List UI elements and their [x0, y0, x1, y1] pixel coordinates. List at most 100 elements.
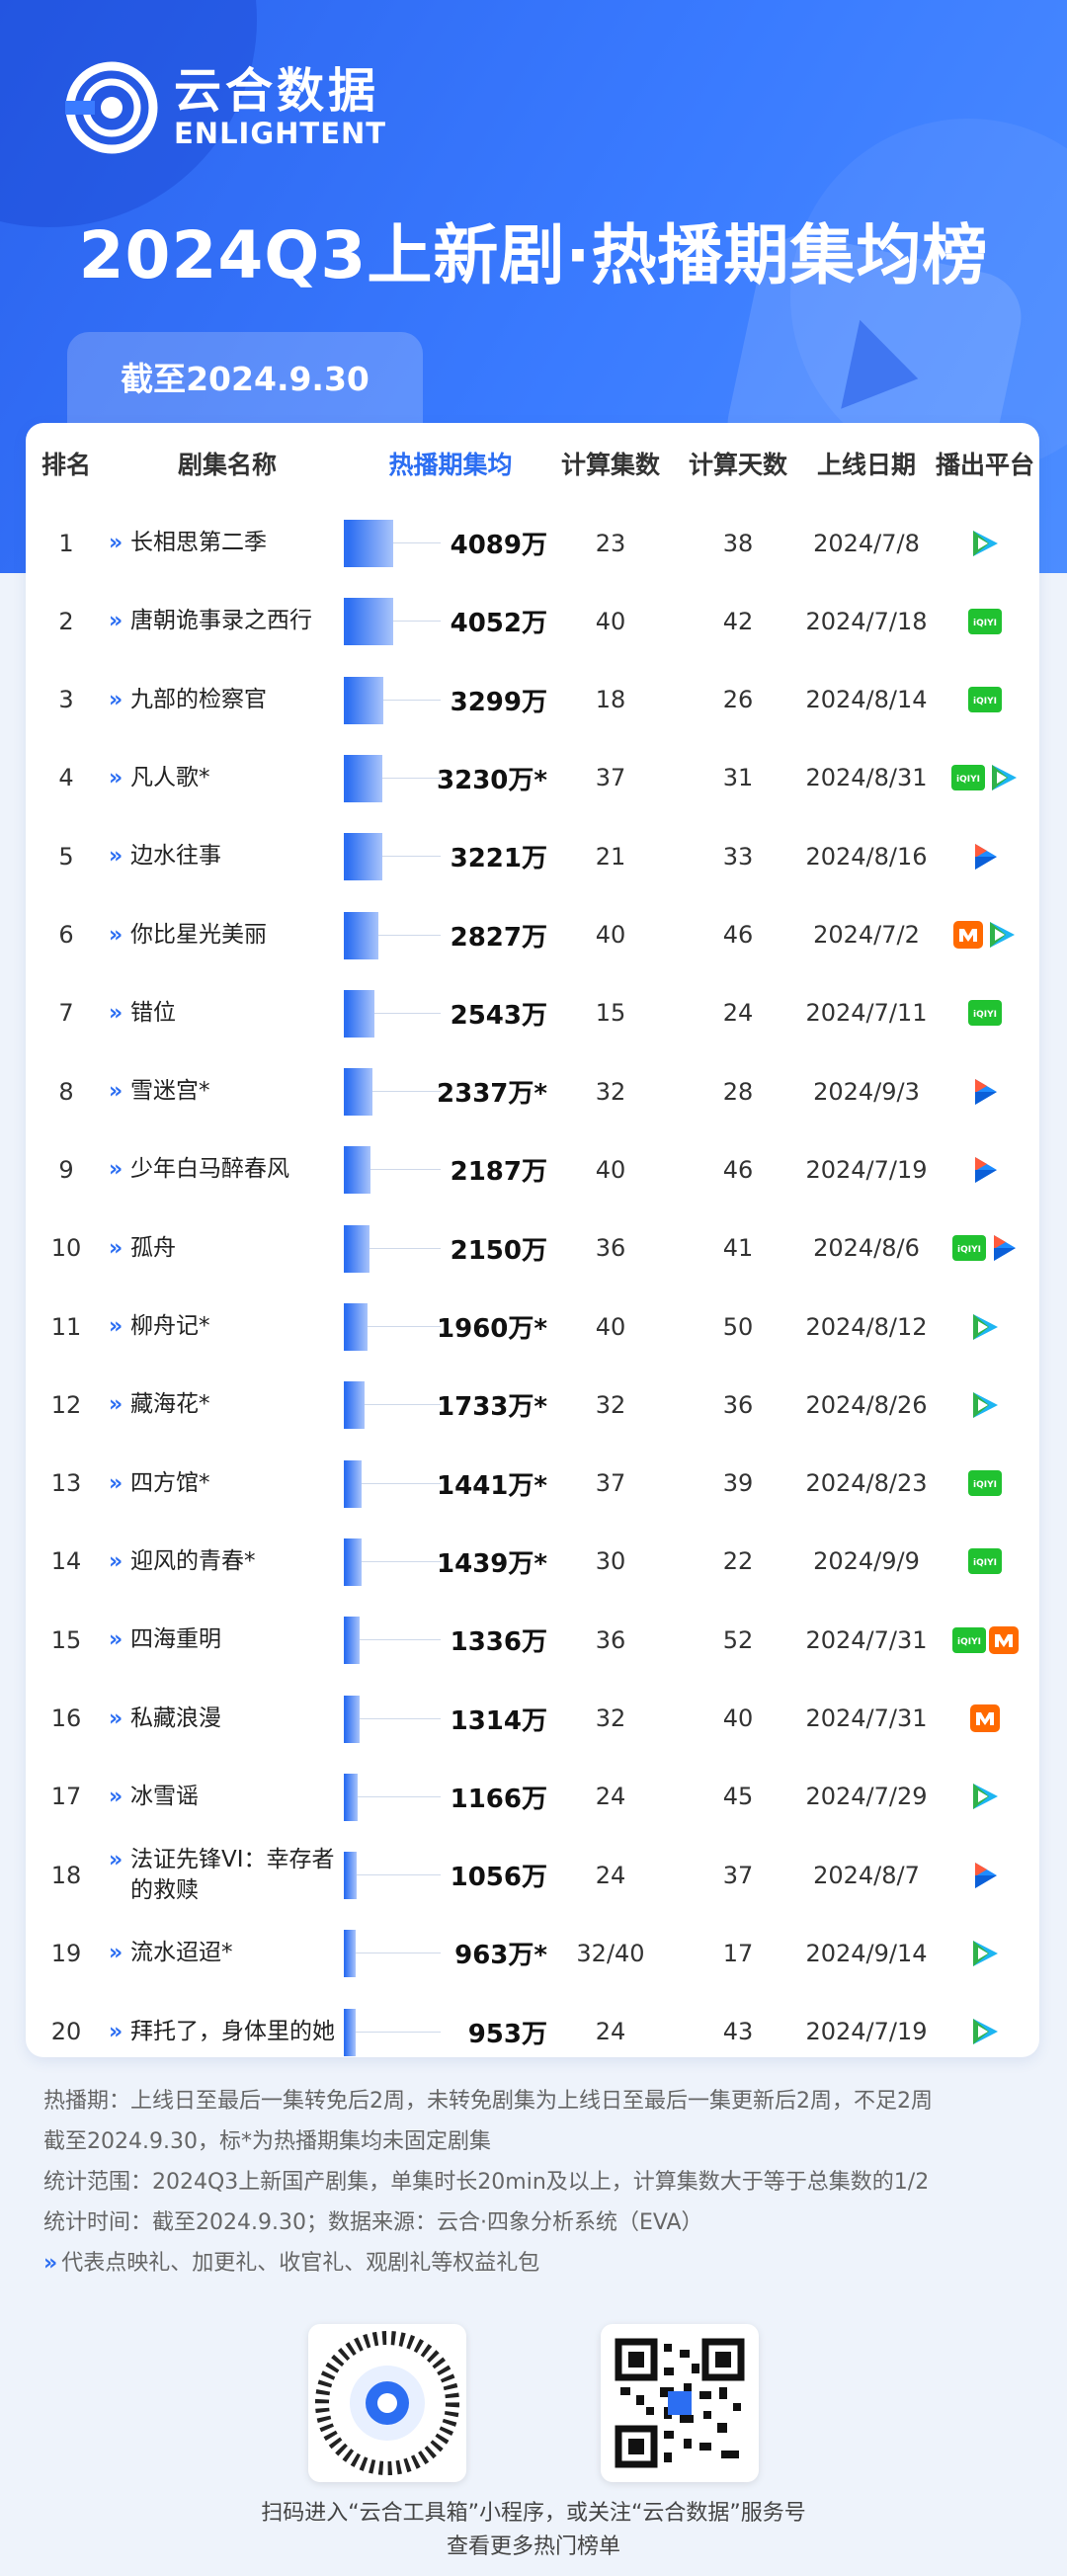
table-row[interactable]: 7 错位 2543万 15 24 2024/7/11 iQIYI	[26, 974, 1039, 1052]
drama-name: 迎风的青春*	[109, 1546, 256, 1577]
release-date-cell: 2024/8/26	[805, 1390, 928, 1419]
miniprogram-code[interactable]	[308, 2324, 466, 2482]
drama-name: 法证先锋VI：幸存者的救赎	[109, 1845, 356, 1906]
platform-cell	[931, 1914, 1039, 1992]
svg-text:iQIYI: iQIYI	[957, 1637, 981, 1647]
youku-icon	[989, 1233, 1019, 1263]
table-row[interactable]: 14 迎风的青春* 1439万* 30 22 2024/9/9 iQIYI	[26, 1523, 1039, 1601]
drama-name: 拜托了，身体里的她	[109, 2017, 335, 2047]
rank-cell: 16	[50, 1704, 82, 1732]
days-cell: 28	[722, 1077, 754, 1106]
table-row[interactable]: 16 私藏浪漫 1314万 32 40 2024/7/31	[26, 1680, 1039, 1758]
table-row[interactable]: 5 边水往事 3221万 21 33 2024/8/16	[26, 817, 1039, 895]
iqiyi-icon: iQIYI	[951, 1235, 986, 1262]
tencent-icon	[969, 529, 1001, 558]
rank-cell: 14	[50, 1547, 82, 1576]
table-row[interactable]: 15 四海重明 1336万 36 52 2024/7/31 iQIYI	[26, 1601, 1039, 1679]
avg-value-cell: 2543万	[450, 1000, 547, 1031]
platform-cell	[931, 1993, 1039, 2071]
table-row[interactable]: 11 柳舟记* 1960万* 40 50 2024/8/12	[26, 1288, 1039, 1366]
drama-name: 孤舟	[109, 1233, 176, 1264]
release-date-cell: 2024/9/9	[813, 1547, 920, 1576]
avg-value-cell: 1056万	[450, 1863, 547, 1893]
value-bar	[344, 1617, 361, 1665]
header-episodes: 计算集数	[560, 451, 660, 479]
youku-icon	[970, 1155, 1000, 1185]
drama-name-cell: 孤舟	[109, 1209, 356, 1288]
drama-name-cell: 迎风的青春*	[109, 1523, 356, 1601]
table-row[interactable]: 1 长相思第二季 4089万 23 38 2024/7/8	[26, 504, 1039, 582]
drama-name: 柳舟记*	[109, 1311, 210, 1342]
value-bar	[344, 1068, 372, 1117]
value-bar	[344, 1146, 370, 1195]
rank-cell: 19	[50, 1939, 82, 1967]
value-bar	[344, 1224, 370, 1273]
youku-icon	[970, 842, 1000, 872]
drama-name: 私藏浪漫	[109, 1703, 221, 1734]
drama-name: 九部的检察官	[109, 685, 267, 715]
table-row[interactable]: 3 九部的检察官 3299万 18 26 2024/8/14 iQIYI	[26, 661, 1039, 739]
release-date-cell: 2024/8/14	[805, 686, 928, 714]
iqiyi-icon: iQIYI	[950, 765, 985, 791]
platform-cell	[931, 1680, 1039, 1758]
tencent-icon	[969, 1939, 1001, 1968]
service-account-qr[interactable]	[601, 2324, 759, 2482]
table-row[interactable]: 17 冰雪谣 1166万 24 45 2024/7/29	[26, 1758, 1039, 1836]
table-row[interactable]: 10 孤舟 2150万 36 41 2024/8/6 iQIYI	[26, 1209, 1039, 1288]
iqiyi-icon: iQIYI	[968, 608, 1002, 634]
rank-cell: 13	[50, 1469, 82, 1498]
value-bar	[344, 520, 393, 567]
footer-line: 扫码进入“云合工具箱”小程序，或关注“云合数据”服务号	[261, 2501, 806, 2526]
table-header-row: 排名 剧集名称 热播期集均 计算集数 计算天数 上线日期 播出平台	[26, 423, 1039, 504]
footer-line: 查看更多热门榜单	[446, 2534, 620, 2559]
table-row[interactable]: 4 凡人歌* 3230万* 37 31 2024/8/31 iQIYI	[26, 739, 1039, 817]
avg-value-cell: 3221万	[450, 844, 547, 874]
platform-cell	[931, 1366, 1039, 1444]
table-row[interactable]: 8 雪迷宫* 2337万* 32 28 2024/9/3	[26, 1052, 1039, 1130]
avg-value-cell: 2150万	[450, 1235, 547, 1266]
release-date-cell: 2024/7/18	[805, 607, 928, 635]
tencent-icon	[988, 763, 1020, 792]
miniprogram-qr-icon	[315, 2331, 459, 2475]
table-row[interactable]: 9 少年白马醉春风 2187万 40 46 2024/7/19	[26, 1130, 1039, 1208]
platform-cell	[931, 817, 1039, 895]
release-date-cell: 2024/8/31	[805, 764, 928, 792]
table-row[interactable]: 20 拜托了，身体里的她 953万 24 43 2024/7/19	[26, 1993, 1039, 2071]
footer: 扫码进入“云合工具箱”小程序，或关注“云合数据”服务号 查看更多热门榜单	[0, 2497, 1067, 2564]
note-gift-text: 代表点映礼、加更礼、收官礼、观剧礼等权益礼包	[61, 2251, 540, 2276]
episodes-cell: 36	[595, 1234, 626, 1263]
table-row[interactable]: 2 唐朝诡事录之西行 4052万 40 42 2024/7/18 iQIYI	[26, 582, 1039, 660]
rank-cell: 7	[58, 999, 74, 1028]
note-line: 截至2024.9.30，标*为热播期集均未固定剧集	[43, 2129, 491, 2154]
header-platform: 播出平台	[935, 451, 1034, 479]
episodes-cell: 32	[595, 1077, 626, 1106]
value-bar	[344, 833, 383, 881]
header-days: 计算天数	[688, 451, 787, 479]
rank-cell: 6	[58, 921, 74, 949]
release-date-cell: 2024/7/11	[805, 999, 928, 1028]
episodes-cell: 21	[595, 842, 626, 871]
table-row[interactable]: 6 你比星光美丽 2827万 40 46 2024/7/2	[26, 896, 1039, 974]
table-row[interactable]: 13 四方馆* 1441万* 37 39 2024/8/23 iQIYI	[26, 1445, 1039, 1523]
youku-icon	[970, 1077, 1000, 1107]
release-date-cell: 2024/7/19	[805, 1155, 928, 1184]
table-row[interactable]: 19 流水迢迢* 963万* 32/40 17 2024/9/14	[26, 1914, 1039, 1992]
iqiyi-icon: iQIYI	[968, 687, 1002, 713]
drama-name: 你比星光美丽	[109, 920, 267, 951]
note-line: » 代表点映礼、加更礼、收官礼、观剧礼等权益礼包	[43, 2243, 1031, 2284]
release-date-cell: 2024/7/19	[805, 2018, 928, 2046]
platform-cell: iQIYI	[931, 1601, 1039, 1679]
table-row[interactable]: 12 藏海花* 1733万* 32 36 2024/8/26	[26, 1366, 1039, 1444]
episodes-cell: 24	[595, 2018, 626, 2046]
episodes-cell: 15	[595, 999, 626, 1028]
days-cell: 40	[722, 1704, 754, 1732]
platform-cell	[931, 1288, 1039, 1366]
table-row[interactable]: 18 法证先锋VI：幸存者的救赎 1056万 24 37 2024/8/7	[26, 1836, 1039, 1914]
episodes-cell: 30	[595, 1547, 626, 1576]
notes-section: 热播期：上线日至最后一集转免后2周，未转免剧集为上线日至最后一集更新后2周，不足…	[43, 2081, 1031, 2284]
days-cell: 39	[722, 1469, 754, 1498]
days-cell: 45	[722, 1783, 754, 1811]
release-date-cell: 2024/8/6	[813, 1234, 920, 1263]
drama-name: 凡人歌*	[109, 763, 210, 793]
rank-cell: 20	[50, 2018, 82, 2046]
